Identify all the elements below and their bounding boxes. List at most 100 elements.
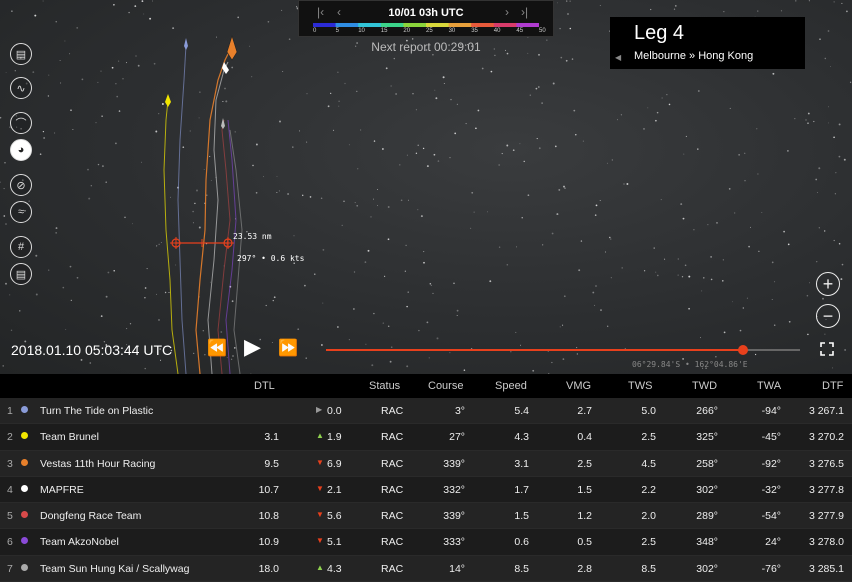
chevron-right-icon[interactable]: ›	[505, 5, 509, 19]
table-row[interactable]: 4 MAPFRE 10.7 ▼ 2.1 RAC 332° 1.7 1.5 2.2 302° -32° 3…	[0, 476, 852, 504]
row-speed: 0.6	[514, 536, 529, 549]
wind-scale-segment	[380, 23, 404, 27]
cursor-coordinates: 06°29.84'S • 162°04.86'E	[632, 360, 748, 369]
row-twa: -32°	[761, 483, 781, 496]
header-course[interactable]: Course	[428, 380, 463, 392]
leg-route: Melbourne » Hong Kong	[634, 50, 754, 62]
row-course: 332°	[443, 483, 465, 496]
track-scallywag	[229, 129, 243, 374]
row-dtf: 3 270.2	[808, 431, 844, 444]
row-rank: 4	[7, 483, 13, 496]
team-color-dot	[21, 511, 28, 519]
triangle-down-icon: ▼	[316, 536, 324, 546]
track-vestas	[195, 49, 231, 374]
measure-distance: 23.53 nm	[233, 232, 272, 241]
team-color-dot	[21, 537, 28, 545]
row-vmg: 2.5	[577, 457, 592, 470]
wind-scale-labels: 0 5 10 15 20 25 30 35 40 45 50	[309, 28, 546, 38]
boat-vestas	[226, 34, 238, 61]
row-status: RAC	[381, 483, 404, 496]
book-icon[interactable]: ▤	[10, 43, 32, 65]
row-status: RAC	[381, 536, 404, 549]
row-speed: 4.3	[514, 431, 529, 444]
forecast-timebar: |‹ ‹ 10/01 03h UTC › ›| 0 5 10 15 20 25 30 35 40…	[298, 0, 554, 37]
measure-bearing: 297° • 0.6 kts	[237, 254, 305, 263]
row-twd: 302°	[696, 483, 718, 496]
row-team: Team AkzoNobel	[40, 536, 119, 549]
header-twa[interactable]: TWA	[757, 380, 781, 392]
row-change: 2.1	[327, 483, 342, 496]
rewind-icon[interactable]: ⏪	[207, 338, 227, 358]
wind-scale-tick: 20	[403, 28, 411, 34]
fullscreen-icon[interactable]	[820, 342, 834, 356]
table-row[interactable]: 1 Turn The Tide on Plastic ▶ 0.0 RAC 3° 5.4 2.7…	[0, 398, 852, 425]
row-change: 1.9	[327, 431, 342, 444]
header-tws[interactable]: TWS	[628, 380, 652, 392]
table-row[interactable]: 3 Vestas 11th Hour Racing 9.5 ▼ 6.9 RAC 339° 3.…	[0, 450, 852, 477]
wind-scale-segment	[471, 23, 495, 27]
row-dtl: 10.8	[258, 510, 279, 523]
row-team: Team Sun Hung Kai / Scallywag	[40, 562, 190, 575]
wind-scale-tick: 25	[426, 28, 433, 34]
header-speed[interactable]: Speed	[495, 380, 527, 392]
row-team: Turn The Tide on Plastic	[40, 405, 154, 417]
skip-last-icon[interactable]: ›|	[521, 5, 528, 19]
row-team: MAPFRE	[40, 483, 84, 496]
header-status[interactable]: Status	[369, 380, 400, 392]
fast-forward-icon[interactable]: ⏩	[278, 338, 298, 358]
playback-timeline[interactable]	[326, 345, 800, 355]
zoom-in-button[interactable]: +	[816, 272, 840, 296]
play-icon[interactable]: ▶	[244, 334, 261, 360]
header-twd[interactable]: TWD	[692, 380, 717, 392]
row-team: Vestas 11th Hour Racing	[40, 457, 156, 470]
row-course: 3°	[454, 405, 465, 417]
wind-icon[interactable]: ≈	[10, 201, 32, 223]
table-body: 1 Turn The Tide on Plastic ▶ 0.0 RAC 3° 5.4 2.7…	[0, 398, 852, 582]
race-map[interactable]: 23.53 nm 297° • 0.6 kts |‹ ‹ 10/01 03h U…	[0, 0, 852, 374]
table-row[interactable]: 5 Dongfeng Race Team 10.8 ▼ 5.6 RAC 339° 1.5 1.2…	[0, 503, 852, 530]
row-tws: 5.0	[641, 405, 656, 417]
wind-scale-segment	[426, 23, 450, 27]
wind-scale-segment	[448, 23, 472, 27]
row-dtf: 3 276.5	[808, 457, 844, 470]
header-vmg[interactable]: VMG	[566, 380, 591, 392]
triangle-up-icon: ▲	[316, 431, 324, 441]
row-twa: -94°	[761, 405, 781, 417]
row-change: 5.6	[327, 510, 342, 523]
row-status: RAC	[381, 562, 404, 575]
boat-scallywag	[221, 118, 225, 129]
row-course: 14°	[449, 562, 465, 575]
wind-scale-bar	[313, 23, 539, 27]
compass-icon[interactable]: ⊘	[10, 174, 32, 196]
row-rank: 5	[7, 510, 13, 523]
table-row[interactable]: 7 Team Sun Hung Kai / Scallywag 18.0 ▲ 4.3 RA…	[0, 555, 852, 582]
row-twd: 302°	[696, 562, 718, 575]
row-rank: 1	[7, 405, 13, 417]
grid-icon[interactable]: #	[10, 236, 32, 258]
curve-icon[interactable]: ⌒	[10, 112, 32, 134]
row-twa: -54°	[761, 510, 781, 523]
timeline-progress	[326, 349, 744, 351]
team-color-dot	[21, 432, 28, 440]
row-vmg: 1.2	[577, 510, 592, 523]
table-row[interactable]: 6 Team AkzoNobel 10.9 ▼ 5.1 RAC 333° 0.6 0.5 2.5 3…	[0, 529, 852, 556]
leg-title: Leg 4	[634, 22, 685, 44]
row-twd: 325°	[696, 431, 718, 444]
table-row[interactable]: 2 Team Brunel 3.1 ▲ 1.9 RAC 27° 4.3 0.4 2.5 325° -4…	[0, 424, 852, 451]
zoom-out-button[interactable]: −	[816, 304, 840, 328]
wind-scale-segment	[335, 23, 359, 27]
leg-panel[interactable]: Leg 4 ◀ Melbourne » Hong Kong	[610, 17, 805, 69]
header-dtf[interactable]: DTF	[822, 380, 843, 392]
row-speed: 1.7	[514, 483, 529, 496]
wind-scale-tick: 35	[471, 28, 478, 34]
collapse-arrow-icon[interactable]: ◀	[615, 53, 621, 62]
triangle-down-icon: ▼	[316, 510, 324, 520]
wind-scale-tick: 40	[493, 28, 501, 34]
boat-icon[interactable]: ◕	[10, 139, 32, 161]
ruler-icon[interactable]: ▤	[10, 263, 32, 285]
row-dtl: 9.5	[264, 457, 279, 470]
route-icon[interactable]: ∿	[10, 77, 32, 99]
header-dtl[interactable]: DTL	[254, 380, 275, 392]
wind-scale-tick: 45	[516, 28, 524, 34]
track-turn-the-tide	[177, 44, 187, 374]
